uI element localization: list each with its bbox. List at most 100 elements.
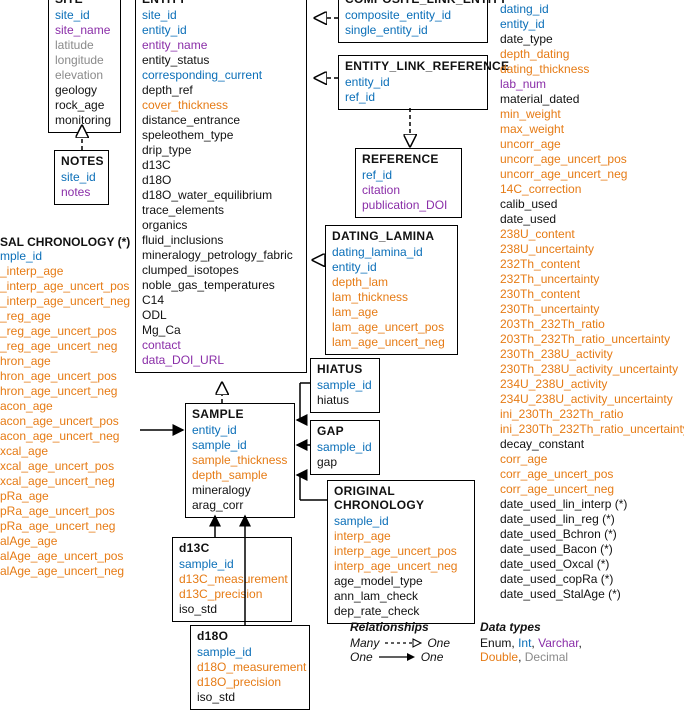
col-dating: DATING dating_identity_iddate_typedepth_… <box>500 0 684 602</box>
legend-dt-enum: Enum <box>480 636 511 650</box>
table-field: speleothem_type <box>136 128 306 143</box>
table-title: NOTES <box>55 153 108 170</box>
table-field: 203Th_232Th_ratio <box>500 317 684 332</box>
table-field: max_weight <box>500 122 684 137</box>
table-field: 234U_238U_activity <box>500 377 684 392</box>
table-field: _interp_age_uncert_pos <box>0 279 140 294</box>
table-field: date_used_StalAge (*) <box>500 587 684 602</box>
table-title: SAMPLE <box>186 406 294 423</box>
table-dating-lamina: DATING_LAMINA dating_lamina_identity_idd… <box>325 225 458 355</box>
table-field: trace_elements <box>136 203 306 218</box>
table-field: iso_std <box>173 602 291 617</box>
table-field: xcal_age <box>0 444 140 459</box>
table-field: sample_id <box>191 645 309 660</box>
legend-dt-double: Double <box>480 650 518 664</box>
field-list: sample_idgap <box>311 440 379 470</box>
table-field: mineralogy <box>186 483 294 498</box>
table-field: 238U_content <box>500 227 684 242</box>
table-field: entity_id <box>186 423 294 438</box>
table-field: latitude <box>49 38 120 53</box>
table-field: 234U_238U_activity_uncertainty <box>500 392 684 407</box>
table-field: lam_age <box>326 305 457 320</box>
table-field: ann_lam_check <box>328 589 474 604</box>
table-field: sample_id <box>328 514 474 529</box>
table-field: mple_id <box>0 249 140 264</box>
table-field: sample_id <box>173 557 291 572</box>
table-field: interp_age_uncert_neg <box>328 559 474 574</box>
table-field: 14C_correction <box>500 182 684 197</box>
table-field: depth_lam <box>326 275 457 290</box>
table-title: GAP <box>311 423 379 440</box>
table-field: distance_entrance <box>136 113 306 128</box>
field-list: sample_idd13C_measurementd13C_precisioni… <box>173 557 291 617</box>
table-field: site_id <box>136 8 306 23</box>
field-list: site_identity_identity_nameentity_status… <box>136 8 306 368</box>
table-field: pRa_age_uncert_pos <box>0 504 140 519</box>
table-field: 230Th_238U_activity <box>500 347 684 362</box>
table-title: ENTITY_LINK_REFERENCE <box>339 58 487 75</box>
table-field: corr_age_uncert_neg <box>500 482 684 497</box>
table-field: d18O <box>136 173 306 188</box>
legend-dt-varchar: Varchar <box>538 636 578 650</box>
table-field: xcal_age_uncert_pos <box>0 459 140 474</box>
table-site: SITE site_idsite_namelatitudelongitudeel… <box>48 0 121 133</box>
table-field: acon_age_uncert_pos <box>0 414 140 429</box>
table-field: corresponding_current <box>136 68 306 83</box>
table-field: hron_age_uncert_pos <box>0 369 140 384</box>
legend-dt-decimal: Decimal <box>525 650 568 664</box>
legend-dt-row1: Enum, Int, Varchar, <box>480 636 582 650</box>
table-field: iso_std <box>191 690 309 705</box>
table-field: calib_used <box>500 197 684 212</box>
legend-lbl-one: One <box>427 636 450 650</box>
table-field: ODL <box>136 308 306 323</box>
arrow-one-one-icon <box>377 652 417 662</box>
table-field: depth_sample <box>186 468 294 483</box>
table-field: rock_age <box>49 98 120 113</box>
table-field: interp_age <box>328 529 474 544</box>
table-field: 238U_uncertainty <box>500 242 684 257</box>
table-field: interp_age_uncert_pos <box>328 544 474 559</box>
table-field: corr_age_uncert_pos <box>500 467 684 482</box>
legend-dt-int: Int <box>518 636 531 650</box>
field-list: site_idsite_namelatitudelongitudeelevati… <box>49 8 120 128</box>
table-field: lam_thickness <box>326 290 457 305</box>
table-field: dating_id <box>500 2 684 17</box>
table-field: fluid_inclusions <box>136 233 306 248</box>
table-field: acon_age_uncert_neg <box>0 429 140 444</box>
legend-rel-header: Relationships <box>350 620 450 634</box>
table-field: 232Th_content <box>500 257 684 272</box>
table-field: d18O_measurement <box>191 660 309 675</box>
table-field: C14 <box>136 293 306 308</box>
table-field: 230Th_content <box>500 287 684 302</box>
table-field: ini_230Th_232Th_ratio_uncertainty <box>500 422 684 437</box>
table-field: cover_thickness <box>136 98 306 113</box>
table-field: geology <box>49 83 120 98</box>
table-field: 230Th_uncertainty <box>500 302 684 317</box>
table-field: alAge_age_uncert_pos <box>0 549 140 564</box>
legend: Relationships Many One One One Data type… <box>350 620 680 664</box>
field-list: site_idnotes <box>55 170 108 200</box>
table-field: pRa_age_uncert_neg <box>0 519 140 534</box>
table-field: site_name <box>49 23 120 38</box>
table-entity: ENTITY site_identity_identity_nameentity… <box>135 0 307 373</box>
col-title: SAL CHRONOLOGY (*) <box>0 235 140 249</box>
table-field: drip_type <box>136 143 306 158</box>
table-field: lam_age_uncert_pos <box>326 320 457 335</box>
table-field: depth_dating <box>500 47 684 62</box>
table-field: depth_ref <box>136 83 306 98</box>
table-field: entity_name <box>136 38 306 53</box>
table-field: dep_rate_check <box>328 604 474 619</box>
table-field: sample_id <box>186 438 294 453</box>
field-list: entity_idsample_idsample_thicknessdepth_… <box>186 423 294 513</box>
legend-lbl-one-a: One <box>350 650 373 664</box>
table-title: d18O <box>191 628 309 645</box>
table-field: entity_id <box>136 23 306 38</box>
table-field: uncorr_age <box>500 137 684 152</box>
table-field: mineralogy_petrology_fabric <box>136 248 306 263</box>
table-field: entity_id <box>500 17 684 32</box>
table-sample: SAMPLE entity_idsample_idsample_thicknes… <box>185 403 295 518</box>
table-field: ini_230Th_232Th_ratio <box>500 407 684 422</box>
table-field: entity_id <box>339 75 487 90</box>
table-field: entity_status <box>136 53 306 68</box>
field-list: dating_lamina_identity_iddepth_lamlam_th… <box>326 245 457 350</box>
